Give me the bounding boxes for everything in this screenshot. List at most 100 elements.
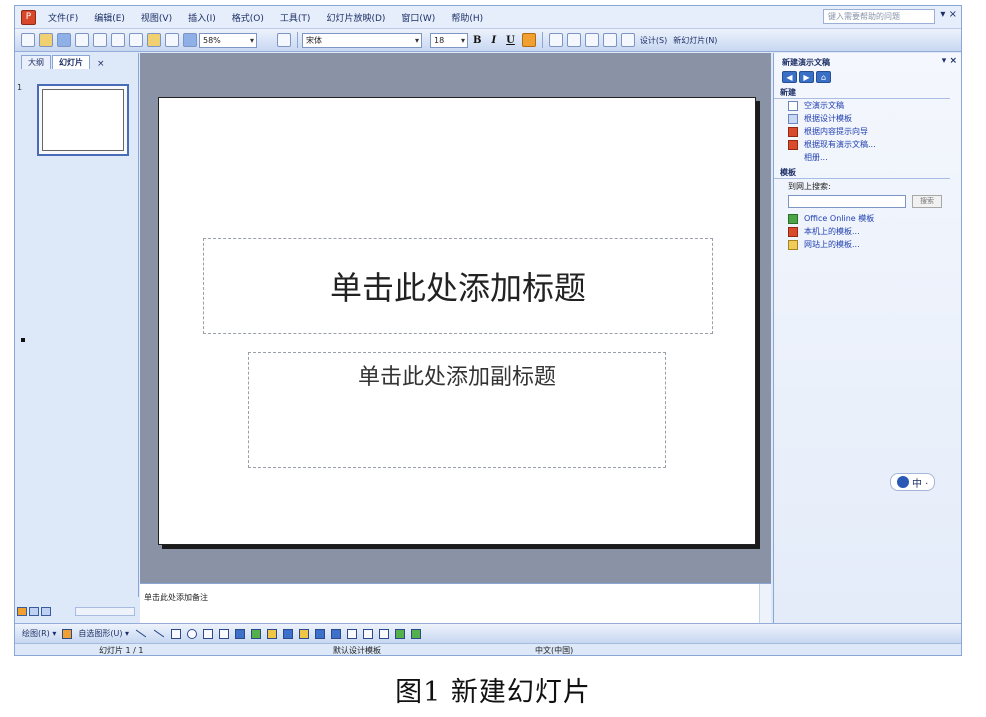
menu-file[interactable]: 文件(F) [40, 11, 86, 24]
menu-view[interactable]: 视图(V) [133, 11, 180, 24]
search-button[interactable]: 搜索 [912, 195, 942, 208]
font-color-icon[interactable] [331, 628, 342, 639]
menu-tools[interactable]: 工具(T) [272, 11, 319, 24]
shadow-style-icon[interactable] [395, 628, 406, 639]
design-button[interactable]: 设计(S) [640, 35, 667, 46]
clipart-icon[interactable] [267, 628, 278, 639]
open-icon[interactable] [39, 33, 53, 47]
horizontal-scrollbar[interactable] [75, 607, 135, 616]
link-website-templates[interactable]: 网站上的模板... [774, 238, 961, 251]
align-left-icon[interactable] [548, 33, 563, 47]
task-pane: 新建演示文稿 ▾ × ◀ ▶ ⌂ 新建 空演示文稿 根据设计模板 根据内容提示向… [773, 53, 961, 623]
link-local-templates[interactable]: 本机上的模板... [774, 225, 961, 238]
help-question-input[interactable]: 键入需要帮助的问题 [823, 9, 935, 24]
picture-icon[interactable] [283, 628, 294, 639]
cut-icon[interactable] [93, 33, 107, 47]
arrow-style-icon[interactable] [379, 628, 390, 639]
outdent-icon[interactable] [620, 33, 635, 47]
existing-presentation-icon [788, 139, 798, 150]
blank-document-icon [788, 100, 798, 111]
diagram-icon[interactable] [251, 628, 262, 639]
link-photo-album[interactable]: 相册... [774, 151, 961, 164]
line-style-icon[interactable] [347, 628, 358, 639]
align-center-icon[interactable] [566, 33, 581, 47]
font-size-select[interactable]: 18 [430, 32, 468, 48]
back-icon[interactable]: ◀ [782, 71, 797, 83]
slideshow-view-icon[interactable] [41, 607, 51, 616]
oval-icon[interactable] [187, 628, 198, 639]
font-name-select[interactable]: 宋体 [302, 32, 422, 48]
forward-icon[interactable]: ▶ [799, 71, 814, 83]
print-icon[interactable] [75, 33, 89, 47]
new-icon[interactable] [21, 33, 35, 47]
figure-caption: 图1 新建幻灯片 [395, 677, 591, 708]
dash-style-icon[interactable] [363, 628, 374, 639]
normal-view-icon[interactable] [17, 607, 27, 616]
link-label: 网站上的模板... [804, 240, 860, 249]
draw-menu-button[interactable]: 绘图(R) ▾ [22, 628, 56, 639]
splitter-handle[interactable] [21, 338, 25, 342]
link-label: 相册... [804, 153, 828, 162]
status-bar: 幻灯片 1 / 1 默认设计模板 中文(中国) [15, 643, 961, 655]
tab-outline[interactable]: 大纲 [21, 55, 51, 69]
indent-icon[interactable] [602, 33, 617, 47]
help-icon[interactable] [277, 33, 291, 47]
link-label: 根据设计模板 [804, 114, 852, 123]
new-slide-button[interactable]: 新幻灯片(N) [673, 35, 717, 46]
fill-color-icon[interactable] [299, 628, 310, 639]
powerpoint-app-icon[interactable]: P [21, 9, 36, 25]
italic-button[interactable]: I [491, 35, 496, 46]
insert-chart-icon[interactable] [147, 33, 161, 47]
task-pane-controls[interactable]: ▾ × [942, 56, 957, 66]
link-existing-presentation[interactable]: 根据现有演示文稿... [774, 138, 961, 151]
search-input[interactable] [788, 195, 906, 208]
slide-sorter-view-icon[interactable] [29, 607, 39, 616]
subtitle-placeholder[interactable]: 单击此处添加副标题 [248, 352, 666, 468]
bold-button[interactable]: B [473, 35, 481, 46]
select-objects-icon[interactable] [62, 628, 73, 639]
slide-canvas[interactable]: 单击此处添加标题 单击此处添加副标题 [158, 97, 756, 545]
notes-scrollbar[interactable] [759, 584, 771, 624]
notes-placeholder[interactable]: 单击此处添加备注 [144, 592, 208, 603]
document-close-controls[interactable]: ▾ × [940, 9, 957, 20]
link-autocontent-wizard[interactable]: 根据内容提示向导 [774, 125, 961, 138]
ime-language-bar[interactable]: 中 · [890, 473, 936, 491]
vertical-textbox-icon[interactable] [219, 628, 230, 639]
line-color-icon[interactable] [315, 628, 326, 639]
menu-window[interactable]: 窗口(W) [393, 11, 443, 24]
link-office-online-templates[interactable]: Office Online 模板 [774, 212, 961, 225]
title-placeholder[interactable]: 单击此处添加标题 [203, 238, 713, 334]
link-blank-presentation[interactable]: 空演示文稿 [774, 99, 961, 112]
wordart-icon[interactable] [235, 628, 246, 639]
shadow-icon[interactable] [521, 33, 536, 47]
link-design-template[interactable]: 根据设计模板 [774, 112, 961, 125]
insert-table-icon[interactable] [165, 33, 179, 47]
grid-icon[interactable] [183, 33, 197, 47]
wizard-icon [788, 126, 798, 137]
menu-slideshow[interactable]: 幻灯片放映(D) [318, 11, 393, 24]
redo-icon[interactable] [129, 33, 143, 47]
arrow-icon[interactable] [153, 629, 165, 638]
font-size-increase-icon[interactable] [584, 33, 599, 47]
close-icon[interactable]: × [97, 59, 105, 69]
menu-insert[interactable]: 插入(I) [180, 11, 224, 24]
undo-icon[interactable] [111, 33, 125, 47]
menu-format[interactable]: 格式(O) [224, 11, 272, 24]
notes-pane[interactable]: 单击此处添加备注 [140, 583, 771, 624]
autoshapes-menu-button[interactable]: 自选图形(U) ▾ [78, 628, 129, 639]
design-template-icon [788, 113, 798, 124]
save-icon[interactable] [57, 33, 71, 47]
3d-style-icon[interactable] [411, 628, 422, 639]
rectangle-icon[interactable] [171, 628, 182, 639]
underline-button[interactable]: U [506, 35, 515, 46]
slide-thumbnail[interactable] [37, 84, 129, 156]
menu-edit[interactable]: 编辑(E) [86, 11, 133, 24]
home-icon[interactable]: ⌂ [816, 71, 831, 83]
menu-help[interactable]: 帮助(H) [443, 11, 491, 24]
link-label: 空演示文稿 [804, 101, 844, 110]
toolbar-separator [297, 32, 298, 48]
tab-slides[interactable]: 幻灯片 [52, 55, 90, 69]
textbox-icon[interactable] [203, 628, 214, 639]
line-icon[interactable] [135, 629, 147, 638]
zoom-select[interactable]: 58% [199, 32, 257, 48]
